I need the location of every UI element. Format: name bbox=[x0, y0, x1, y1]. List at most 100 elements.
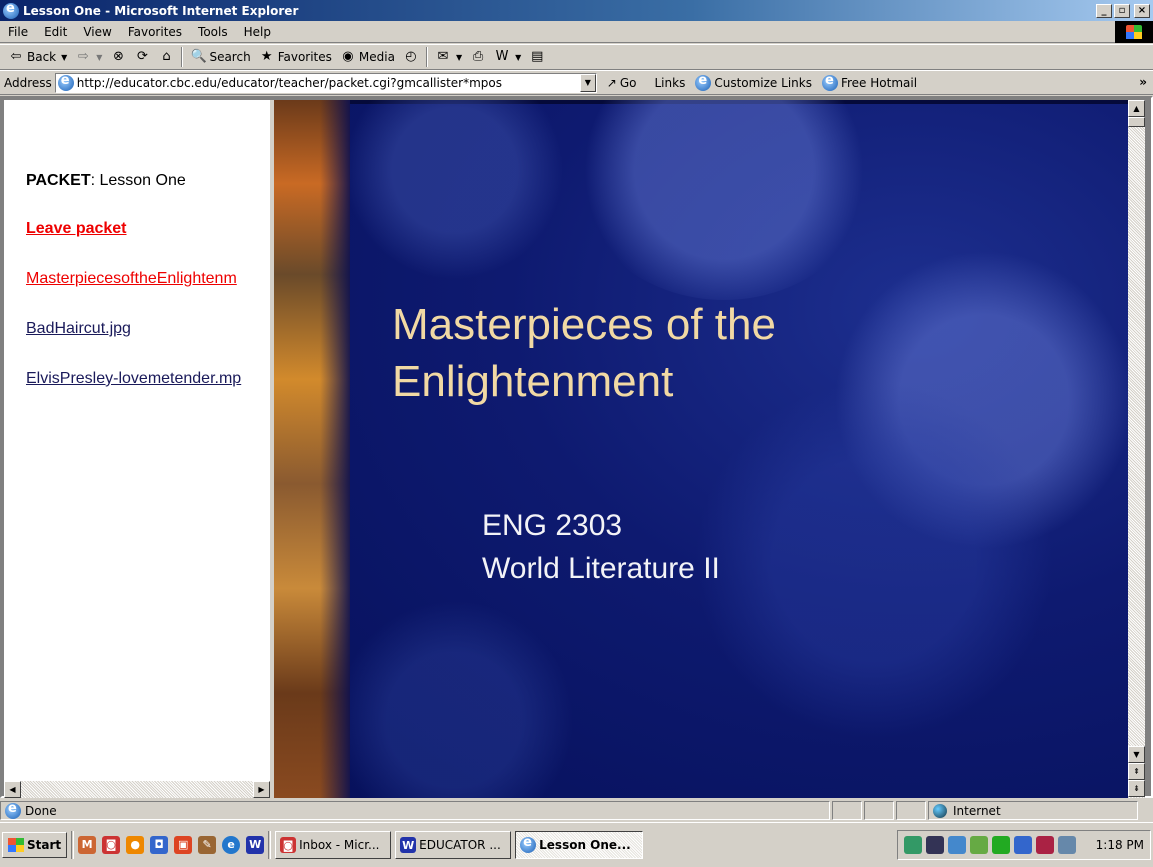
status-text: Done bbox=[25, 803, 57, 818]
status-main: Done bbox=[0, 801, 830, 820]
address-input[interactable]: http://educator.cbc.edu/educator/teacher… bbox=[54, 72, 597, 93]
windows-logo-throbber bbox=[1115, 21, 1153, 43]
link-free-hotmail[interactable]: Free Hotmail bbox=[821, 73, 917, 91]
windows-flag-icon bbox=[8, 838, 24, 852]
tray-icon[interactable] bbox=[947, 836, 966, 854]
menu-edit[interactable]: Edit bbox=[36, 25, 75, 39]
status-bar: Done Internet bbox=[0, 800, 1153, 821]
forward-dropdown-icon[interactable]: ▼ bbox=[96, 53, 102, 62]
task-button-inbox[interactable]: ◙ Inbox - Micr... bbox=[275, 831, 392, 859]
system-tray: 1:18 PM bbox=[896, 830, 1151, 860]
chevron-more-icon[interactable]: » bbox=[1139, 75, 1147, 89]
mail-button[interactable]: ✉ ▼ bbox=[431, 46, 466, 68]
tray-icon[interactable] bbox=[1057, 836, 1076, 854]
slide-title-line: Masterpieces of the bbox=[392, 300, 776, 349]
discuss-button[interactable]: ▤ bbox=[525, 46, 549, 68]
go-button[interactable]: ↗ Go bbox=[607, 76, 637, 90]
packet-heading: PACKET: Lesson One bbox=[26, 172, 186, 190]
media-button[interactable]: ◉ Media bbox=[336, 46, 399, 68]
history-button[interactable]: ◴ bbox=[399, 46, 423, 68]
packet-item-link[interactable]: ElvisPresley-lovemetender.mp bbox=[26, 370, 241, 388]
menu-help[interactable]: Help bbox=[236, 25, 279, 39]
tray-icon[interactable] bbox=[903, 836, 922, 854]
tray-icon[interactable] bbox=[1013, 836, 1032, 854]
mail-dropdown-icon[interactable]: ▼ bbox=[456, 53, 462, 62]
scroll-up-icon[interactable]: ▲ bbox=[1128, 100, 1145, 117]
back-button[interactable]: ⇦ Back ▼ bbox=[4, 46, 71, 68]
close-button[interactable]: × bbox=[1134, 3, 1150, 18]
quicklaunch-icon[interactable]: ✎ bbox=[198, 836, 217, 854]
ie-quicklaunch-icon[interactable]: e bbox=[222, 836, 241, 854]
next-slide-icon[interactable]: ⇟ bbox=[1128, 780, 1145, 797]
ie-icon bbox=[3, 1, 19, 19]
security-zone: Internet bbox=[928, 801, 1138, 820]
address-dropdown-icon[interactable]: ▼ bbox=[579, 73, 596, 92]
tray-icon[interactable] bbox=[991, 836, 1010, 854]
link-customize-label: Customize Links bbox=[714, 75, 812, 90]
address-url[interactable]: http://educator.cbc.edu/educator/teacher… bbox=[77, 76, 580, 90]
status-cell bbox=[896, 801, 926, 820]
refresh-button[interactable]: ⟳ bbox=[130, 46, 154, 68]
quicklaunch-icon[interactable]: ● bbox=[126, 836, 145, 854]
edit-dropdown-icon[interactable]: ▼ bbox=[515, 53, 521, 62]
back-label: Back bbox=[27, 50, 57, 64]
maximize-button[interactable]: ▫ bbox=[1114, 3, 1130, 18]
scroll-left-icon[interactable]: ◀ bbox=[4, 781, 21, 798]
standard-toolbar: ⇦ Back ▼ ⇨ ▼ ⊗ ⟳ ⌂ 🔍 Search ★ Favorites … bbox=[0, 44, 1153, 70]
word-quicklaunch-icon[interactable]: W bbox=[246, 836, 265, 854]
vertical-scrollbar[interactable]: ▲ ▼ ⇞ ⇟ bbox=[1128, 100, 1145, 798]
tray-icon[interactable] bbox=[1035, 836, 1054, 854]
stop-button[interactable]: ⊗ bbox=[106, 46, 130, 68]
internet-globe-icon bbox=[933, 803, 947, 818]
links-label[interactable]: Links bbox=[655, 76, 686, 90]
start-button[interactable]: Start bbox=[2, 832, 68, 858]
packet-label: PACKET bbox=[26, 172, 91, 189]
slide-title: Masterpieces of the Enlightenment bbox=[392, 296, 776, 410]
quicklaunch-icon[interactable]: ▣ bbox=[174, 836, 193, 854]
quicklaunch-icon[interactable]: ◘ bbox=[150, 836, 169, 854]
minimize-button[interactable]: _ bbox=[1096, 3, 1112, 18]
packet-item-link[interactable]: MasterpiecesoftheEnlightenm bbox=[26, 270, 237, 288]
quicklaunch-icon[interactable]: M bbox=[78, 836, 97, 854]
favorites-button[interactable]: ★ Favorites bbox=[255, 46, 336, 68]
status-cell bbox=[832, 801, 862, 820]
back-arrow-icon: ⇦ bbox=[10, 49, 22, 64]
leave-packet-link[interactable]: Leave packet bbox=[26, 220, 127, 238]
tray-icon[interactable] bbox=[969, 836, 988, 854]
tray-icon[interactable] bbox=[925, 836, 944, 854]
menu-favorites[interactable]: Favorites bbox=[120, 25, 190, 39]
forward-arrow-icon: ⇨ bbox=[77, 49, 89, 64]
slide-subtitle-line: ENG 2303 bbox=[482, 509, 623, 542]
previous-slide-icon[interactable]: ⇞ bbox=[1128, 763, 1145, 780]
ie-icon bbox=[520, 835, 537, 853]
scroll-thumb[interactable] bbox=[1128, 117, 1145, 127]
task-button-lesson-one[interactable]: Lesson One... bbox=[515, 831, 644, 859]
scroll-right-icon[interactable]: ▶ bbox=[253, 781, 270, 798]
address-label: Address bbox=[4, 75, 52, 90]
scroll-down-icon[interactable]: ▼ bbox=[1128, 746, 1145, 763]
menu-tools[interactable]: Tools bbox=[190, 25, 236, 39]
gear-decoration bbox=[574, 100, 874, 300]
print-button[interactable]: ⎙ bbox=[466, 46, 490, 68]
home-button[interactable]: ⌂ bbox=[154, 46, 178, 68]
edit-button[interactable]: W ▼ bbox=[490, 46, 525, 68]
forward-button[interactable]: ⇨ ▼ bbox=[71, 46, 106, 68]
menu-view[interactable]: View bbox=[75, 25, 119, 39]
favorites-icon: ★ bbox=[260, 49, 273, 64]
slide-frame: Masterpieces of the Enlightenment ENG 23… bbox=[274, 100, 1128, 798]
word-icon: W bbox=[495, 49, 509, 64]
link-page-icon bbox=[821, 73, 838, 91]
favorites-label: Favorites bbox=[277, 50, 332, 64]
search-button[interactable]: 🔍 Search bbox=[186, 46, 254, 68]
stop-icon: ⊗ bbox=[113, 49, 124, 64]
task-button-educator[interactable]: W EDUCATOR ... bbox=[395, 831, 512, 859]
packet-item-link[interactable]: BadHaircut.jpg bbox=[26, 320, 131, 338]
back-dropdown-icon[interactable]: ▼ bbox=[61, 53, 67, 62]
menu-file[interactable]: File bbox=[0, 25, 36, 39]
link-customize-links[interactable]: Customize Links bbox=[695, 73, 812, 91]
gear-decoration bbox=[334, 600, 574, 798]
search-icon: 🔍 bbox=[190, 49, 207, 64]
horizontal-scrollbar[interactable]: ◀ ▶ bbox=[4, 781, 270, 798]
scroll-track[interactable] bbox=[21, 781, 253, 798]
quicklaunch-icon[interactable]: ◙ bbox=[102, 836, 121, 854]
